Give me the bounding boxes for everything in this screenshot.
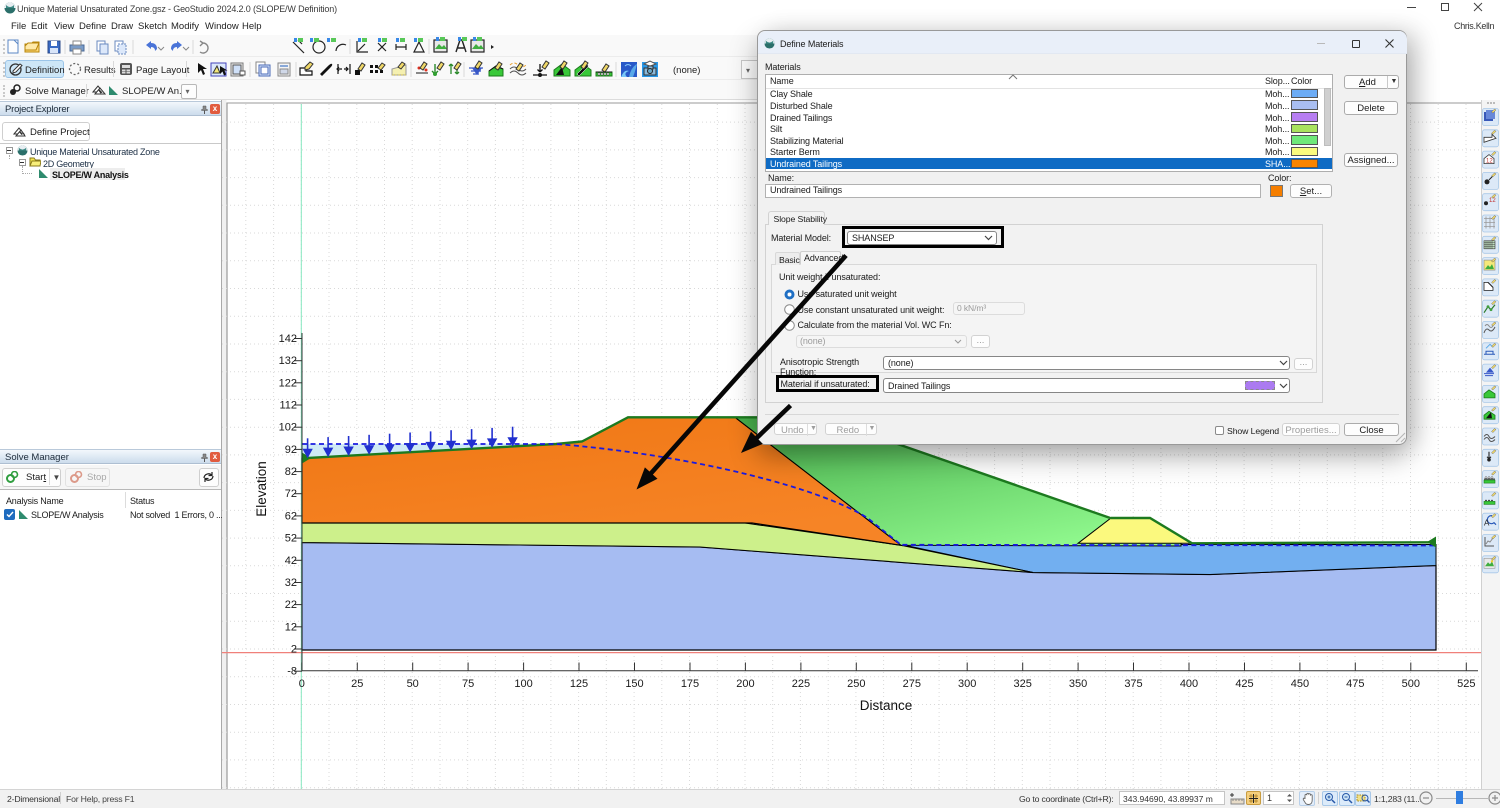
svg-text:12: 12 xyxy=(1486,159,1493,165)
svg-text:425: 425 xyxy=(1235,678,1253,690)
svg-text:375: 375 xyxy=(1124,678,1142,690)
svg-text:Elevation: Elevation xyxy=(254,461,269,517)
svg-text:82: 82 xyxy=(285,466,297,478)
svg-text:62: 62 xyxy=(285,510,297,522)
svg-text:450: 450 xyxy=(1291,678,1309,690)
svg-text:132: 132 xyxy=(279,355,297,367)
svg-text:250: 250 xyxy=(847,678,865,690)
svg-text:350: 350 xyxy=(1069,678,1087,690)
svg-text:500: 500 xyxy=(1402,678,1420,690)
svg-text:112: 112 xyxy=(279,400,297,412)
svg-text:100: 100 xyxy=(514,678,532,690)
svg-text:A: A xyxy=(1484,519,1490,528)
svg-text:125: 125 xyxy=(570,678,588,690)
svg-text:400: 400 xyxy=(1180,678,1198,690)
svg-text:12: 12 xyxy=(285,621,297,633)
svg-text:72: 72 xyxy=(285,488,297,500)
svg-text:52: 52 xyxy=(285,533,297,545)
svg-text:22: 22 xyxy=(285,599,297,611)
svg-text:122: 122 xyxy=(279,377,297,389)
svg-text:Distance: Distance xyxy=(860,698,913,713)
svg-text:-8: -8 xyxy=(287,666,297,678)
svg-text:150: 150 xyxy=(625,678,643,690)
svg-text:525: 525 xyxy=(1457,678,1475,690)
svg-text:225: 225 xyxy=(792,678,810,690)
svg-text:32: 32 xyxy=(285,577,297,589)
svg-text:102: 102 xyxy=(279,422,297,434)
svg-text:275: 275 xyxy=(903,678,921,690)
svg-text:92: 92 xyxy=(285,444,297,456)
svg-text:2: 2 xyxy=(291,644,297,656)
svg-text:475: 475 xyxy=(1346,678,1364,690)
svg-text:12: 12 xyxy=(1489,198,1496,204)
svg-text:42: 42 xyxy=(285,555,297,567)
svg-text:75: 75 xyxy=(462,678,474,690)
svg-text:200: 200 xyxy=(736,678,754,690)
svg-text:50: 50 xyxy=(407,678,419,690)
svg-text:300: 300 xyxy=(958,678,976,690)
svg-text:142: 142 xyxy=(279,333,297,345)
svg-text:325: 325 xyxy=(1014,678,1032,690)
svg-text:25: 25 xyxy=(351,678,363,690)
svg-text:175: 175 xyxy=(681,678,699,690)
svg-text:0: 0 xyxy=(299,678,305,690)
